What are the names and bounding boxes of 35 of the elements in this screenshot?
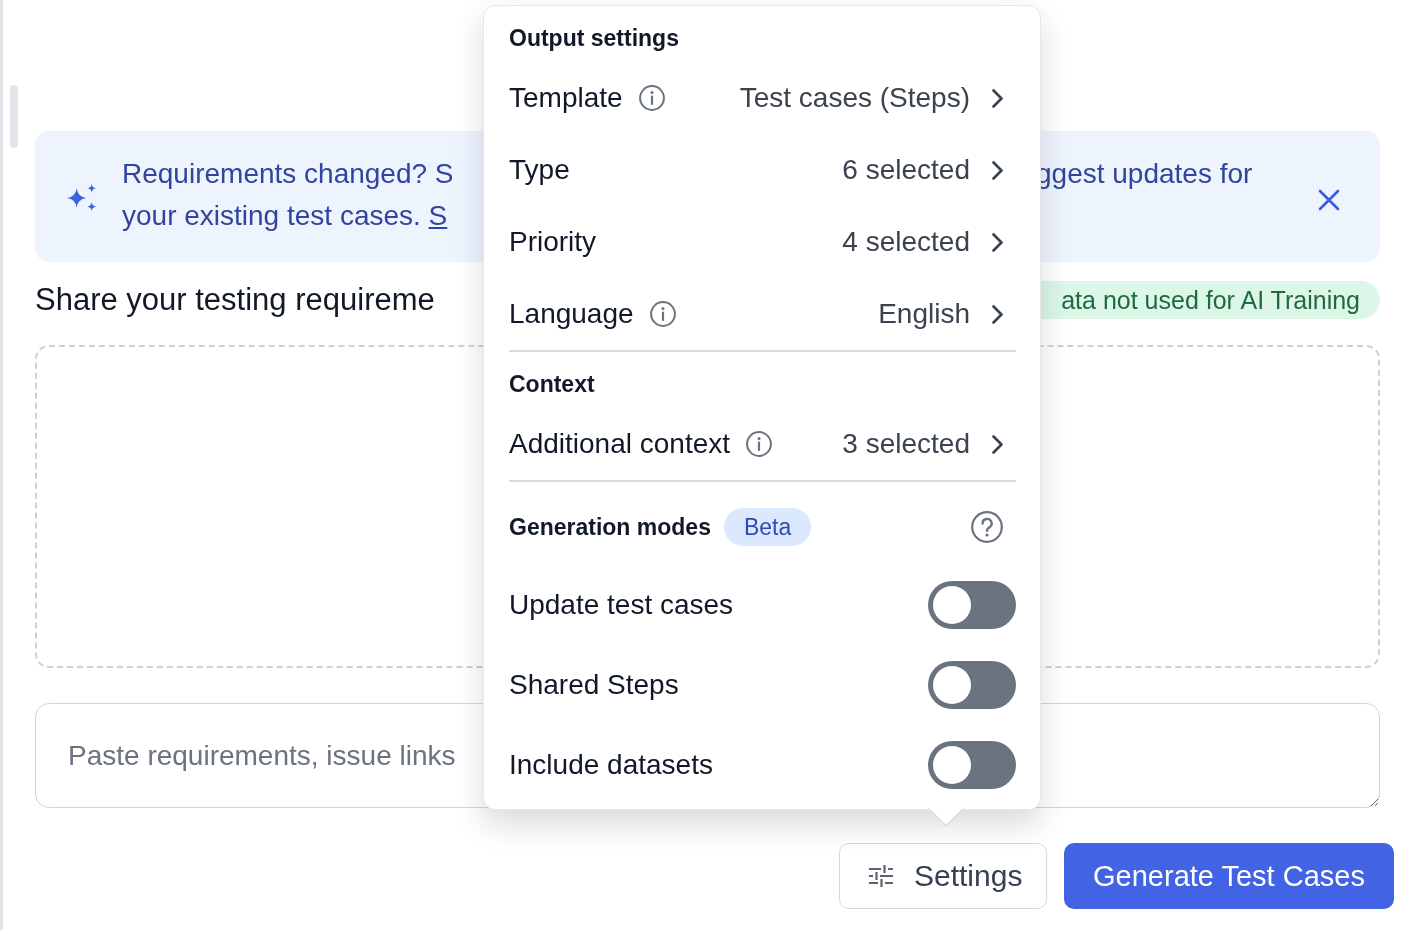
info-icon[interactable] xyxy=(638,85,665,111)
info-icon[interactable] xyxy=(649,301,676,327)
chevron-right-icon xyxy=(992,88,1003,108)
chevron-right-icon xyxy=(992,304,1003,324)
settings-button[interactable]: Settings xyxy=(839,843,1047,909)
section-heading: Share your testing requireme xyxy=(35,281,435,319)
privacy-badge: ata not used for AI Training xyxy=(1038,281,1380,319)
banner-link[interactable]: S xyxy=(428,200,448,231)
toggle-label: Shared Steps xyxy=(509,669,679,701)
info-icon[interactable] xyxy=(746,431,773,457)
section-title: Generation modes xyxy=(509,513,711,542)
settings-option[interactable]: Language English xyxy=(509,278,1016,350)
toggle-label: Include datasets xyxy=(509,749,713,781)
close-icon xyxy=(1318,189,1340,211)
help-icon[interactable] xyxy=(971,511,1003,543)
chevron-right-icon xyxy=(992,160,1003,180)
chevron-right-icon xyxy=(992,232,1003,252)
banner-message: Requirements changed? S your existing test cases. S xyxy=(122,157,455,233)
toggle-label: Update test cases xyxy=(509,589,734,621)
section-title: Output settings xyxy=(509,24,679,53)
scrollbar-thumb[interactable] xyxy=(10,85,18,148)
chevron-right-icon xyxy=(992,434,1003,454)
sparkle-icon xyxy=(67,184,96,211)
toggle-switch[interactable] xyxy=(928,581,1016,629)
settings-option[interactable]: Priority 4 selected xyxy=(509,206,1016,278)
settings-option[interactable]: Additional context 3 selected xyxy=(509,408,1016,480)
toggle-switch[interactable] xyxy=(928,661,1016,709)
toggle-switch[interactable] xyxy=(928,741,1016,789)
close-button[interactable] xyxy=(1318,189,1340,211)
settings-option[interactable]: Type 6 selected xyxy=(509,134,1016,206)
generate-button[interactable]: Generate Test Cases xyxy=(1064,843,1394,909)
section-title: Context xyxy=(509,370,595,399)
settings-option[interactable]: Template Test cases (Steps) xyxy=(509,62,1016,134)
sliders-icon xyxy=(868,864,894,888)
beta-badge: Beta xyxy=(723,508,812,546)
